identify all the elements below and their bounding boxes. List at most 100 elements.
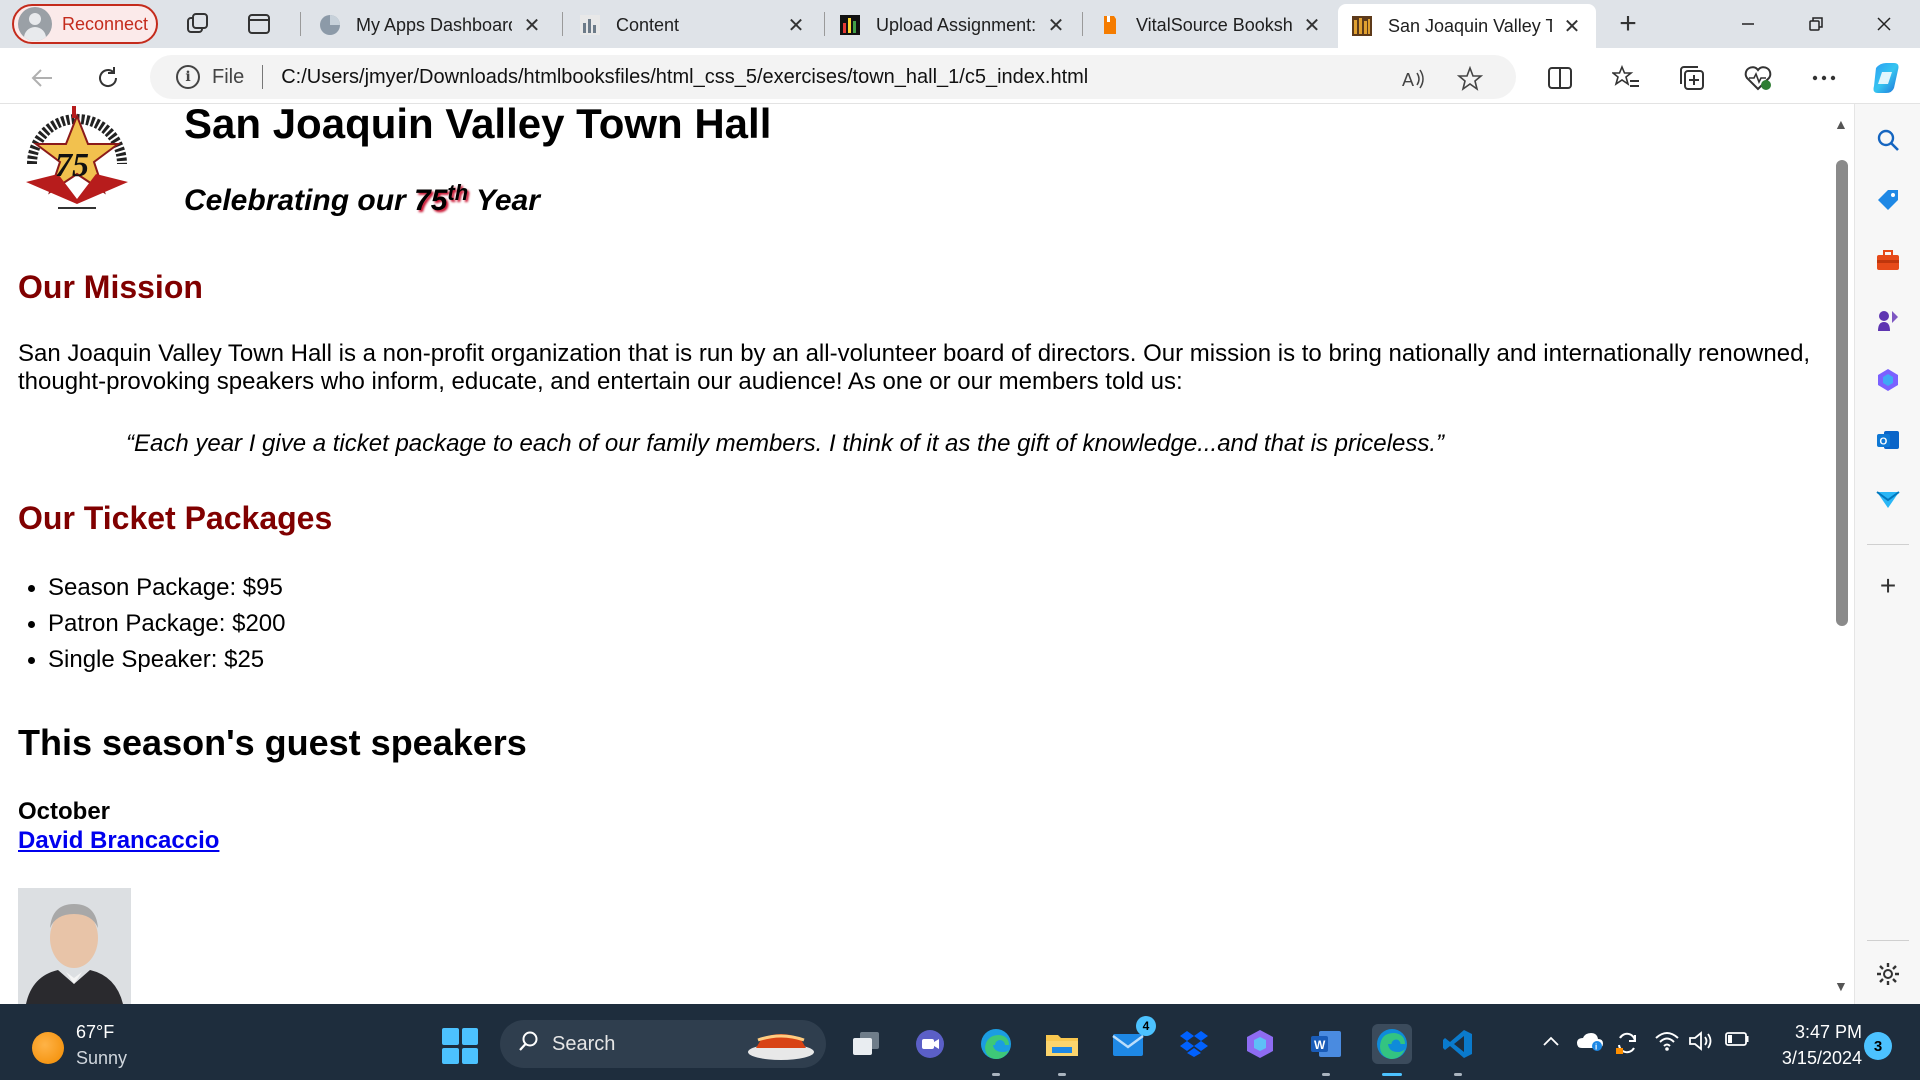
content-chart-favicon [580,15,600,35]
sidebar-divider [1867,940,1909,941]
speaker-name-link[interactable]: David Brancaccio [18,827,219,855]
close-tab-icon[interactable]: ✕ [520,13,544,38]
reconnect-button[interactable]: Reconnect [12,4,158,44]
vertical-scrollbar[interactable]: ▲ ▼ [1828,104,1854,1004]
sidebar-search-icon[interactable] [1872,124,1904,156]
tab-separator [1082,12,1083,36]
speaker-photo[interactable] [18,888,131,1004]
clock-date[interactable]: 3/15/2024 [1768,1048,1862,1069]
clock-time[interactable]: 3:47 PM [1768,1022,1862,1043]
tab-vitalsource[interactable]: VitalSource Bookshe ✕ [1086,4,1336,46]
copilot-icon[interactable] [1866,58,1906,98]
browser-tab-strip: Reconnect My Apps Dashboard ✕ Content ✕ … [0,0,1920,48]
back-arrow-icon[interactable] [24,60,60,96]
notification-count-badge[interactable]: 3 [1864,1032,1892,1060]
word-icon[interactable]: W [1306,1024,1346,1076]
taskbar-search-box[interactable]: Search [500,1020,826,1068]
microsoft-365-icon[interactable] [1872,364,1904,396]
site-info-icon[interactable]: i [176,65,200,89]
close-tab-icon[interactable]: ✕ [1560,14,1584,39]
page-viewport[interactable]: 75 San Joaquin Valley Town Hall Celebrat… [0,104,1854,1004]
tab-title: San Joaquin Valley T [1388,15,1552,36]
close-window-icon[interactable] [1852,0,1916,48]
games-icon[interactable] [1872,304,1904,336]
volume-icon[interactable] [1688,1030,1714,1058]
close-tab-icon[interactable]: ✕ [1044,13,1068,38]
favorites-list-icon[interactable] [1606,58,1646,98]
close-tab-icon[interactable]: ✕ [784,13,808,38]
sidebar-divider [1867,544,1909,545]
workspaces-icon[interactable] [182,8,214,40]
read-aloud-icon[interactable]: A [1396,61,1432,97]
tagline-ordinal: th [447,180,469,205]
list-item: Season Package: $95 [28,570,286,606]
new-tab-plus-icon[interactable]: + [1612,7,1644,40]
svg-text:W: W [1314,1038,1326,1052]
tools-briefcase-icon[interactable] [1872,244,1904,276]
tab-content[interactable]: Content ✕ [566,4,820,46]
upload-chart-favicon [840,15,860,35]
sync-icon[interactable] [1614,1030,1640,1062]
weather-temperature[interactable]: 67°F [76,1022,114,1043]
onedrive-cloud-icon[interactable]: i [1576,1030,1604,1058]
close-tab-icon[interactable]: ✕ [1300,13,1324,38]
minimize-icon[interactable] [1716,0,1780,48]
scroll-down-arrow-icon[interactable]: ▼ [1834,978,1848,994]
split-screen-icon[interactable] [1540,58,1580,98]
vscode-icon[interactable] [1438,1024,1478,1076]
tab-san-joaquin-town-hall[interactable]: San Joaquin Valley T ✕ [1338,4,1596,48]
teams-meet-icon[interactable] [910,1024,950,1064]
mission-heading: Our Mission [18,269,203,305]
tab-title: My Apps Dashboard [356,14,512,35]
outlook-icon[interactable]: O [1872,424,1904,456]
windows-taskbar: 67°F Sunny Search 4 W i 3:47 PM 3/15/202… [0,1004,1920,1080]
search-label: Search [552,1032,616,1055]
dropbox-icon[interactable] [1174,1024,1214,1064]
add-sidebar-app-plus-icon[interactable]: + [1872,570,1904,602]
tab-title: Content [616,14,680,35]
tab-separator [562,12,563,36]
shopping-tag-icon[interactable] [1872,184,1904,216]
edge-dev-icon[interactable] [976,1024,1016,1076]
more-options-icon[interactable] [1804,58,1844,98]
vertical-tabs-icon[interactable] [243,8,275,40]
edge-browser-active-icon[interactable] [1372,1024,1412,1076]
speaker-month: October [18,798,111,825]
tab-separator [300,12,301,36]
logo-number: 75 [55,147,89,184]
list-item: Patron Package: $200 [28,606,286,642]
tab-my-apps[interactable]: My Apps Dashboard ✕ [306,4,556,46]
show-hidden-icons-chevron-icon[interactable] [1542,1030,1560,1053]
my-apps-favicon [320,15,340,35]
list-item: Single Speaker: $25 [28,642,286,678]
scroll-up-arrow-icon[interactable]: ▲ [1834,116,1848,132]
town-hall-favicon [1352,16,1372,36]
sidebar-settings-gear-icon[interactable] [1872,958,1904,990]
member-quote: “Each year I give a ticket package to ea… [126,430,1444,457]
weather-condition[interactable]: Sunny [76,1048,127,1069]
tab-upload-assignment[interactable]: Upload Assignment: ✕ [826,4,1080,46]
task-view-icon[interactable] [846,1024,886,1064]
mail-icon[interactable]: 4 [1108,1016,1156,1064]
address-bar[interactable]: i File C:/Users/jmyer/Downloads/htmlbook… [150,55,1516,99]
refresh-icon[interactable] [90,60,126,96]
send-drop-icon[interactable] [1872,484,1904,516]
browser-essentials-icon[interactable] [1738,58,1778,98]
url-text[interactable]: C:/Users/jmyer/Downloads/htmlbooksfiles/… [281,66,1088,89]
tab-title: VitalSource Bookshe [1136,14,1292,35]
edge-sidebar: O + [1854,104,1920,1004]
svg-text:i: i [1595,1043,1597,1052]
weather-sun-icon[interactable] [32,1032,64,1064]
site-title: San Joaquin Valley Town Hall [184,104,772,147]
file-explorer-icon[interactable] [1042,1024,1082,1076]
start-windows-icon[interactable] [442,1028,478,1064]
collections-icon[interactable] [1672,58,1712,98]
mail-unread-badge: 4 [1136,1016,1156,1036]
favorite-star-icon[interactable] [1452,61,1488,97]
scrollbar-thumb[interactable] [1836,160,1848,626]
battery-icon[interactable] [1724,1030,1750,1054]
copilot-taskbar-icon[interactable] [1240,1024,1280,1064]
restore-icon[interactable] [1784,0,1848,48]
profile-avatar-icon [18,7,52,41]
wifi-icon[interactable] [1654,1030,1680,1058]
